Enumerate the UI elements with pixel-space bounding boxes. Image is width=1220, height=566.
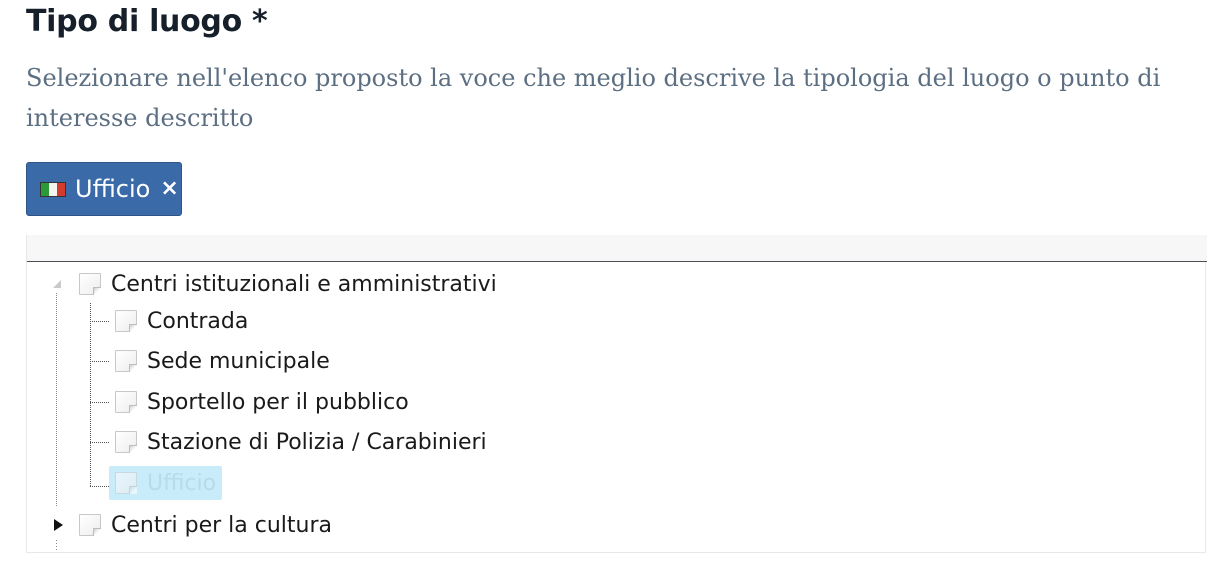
- document-icon: [79, 514, 101, 536]
- tree-node-sportello-pubblico[interactable]: Sportello per il pubblico: [115, 385, 409, 419]
- place-type-field: Tipo di luogo * Selezionare nell'elenco …: [0, 0, 1220, 566]
- document-icon: [115, 310, 137, 332]
- tree-node-centri-cultura[interactable]: Centri per la cultura: [79, 508, 332, 542]
- tree-node-ufficio-selected[interactable]: Ufficio: [109, 466, 223, 500]
- collapsed-toggle-icon[interactable]: [51, 518, 65, 532]
- field-help-text: Selezionare nell'elenco proposto la voce…: [26, 64, 1161, 132]
- category-tree: Centri istituzionali e amministrativi Co…: [26, 235, 1207, 553]
- expanded-toggle-icon[interactable]: [50, 277, 64, 291]
- field-title: Tipo di luogo *: [26, 4, 268, 39]
- document-icon: [115, 472, 137, 494]
- tree-node-stazione-polizia[interactable]: Stazione di Polizia / Carabinieri: [115, 425, 487, 459]
- tree-node-sede-municipale[interactable]: Sede municipale: [115, 344, 330, 378]
- selected-value-chip[interactable]: Ufficio ×: [26, 162, 182, 216]
- document-icon: [115, 431, 137, 453]
- tree-node-contrada[interactable]: Contrada: [115, 304, 248, 338]
- italy-flag-icon: [40, 181, 66, 197]
- tree-node-centri-istituzionali[interactable]: Centri istituzionali e amministrativi: [79, 267, 497, 301]
- document-icon: [115, 350, 137, 372]
- selected-value-label: Ufficio: [75, 175, 151, 203]
- remove-selection-icon[interactable]: ×: [160, 178, 178, 200]
- document-icon: [115, 391, 137, 413]
- document-icon: [79, 273, 101, 295]
